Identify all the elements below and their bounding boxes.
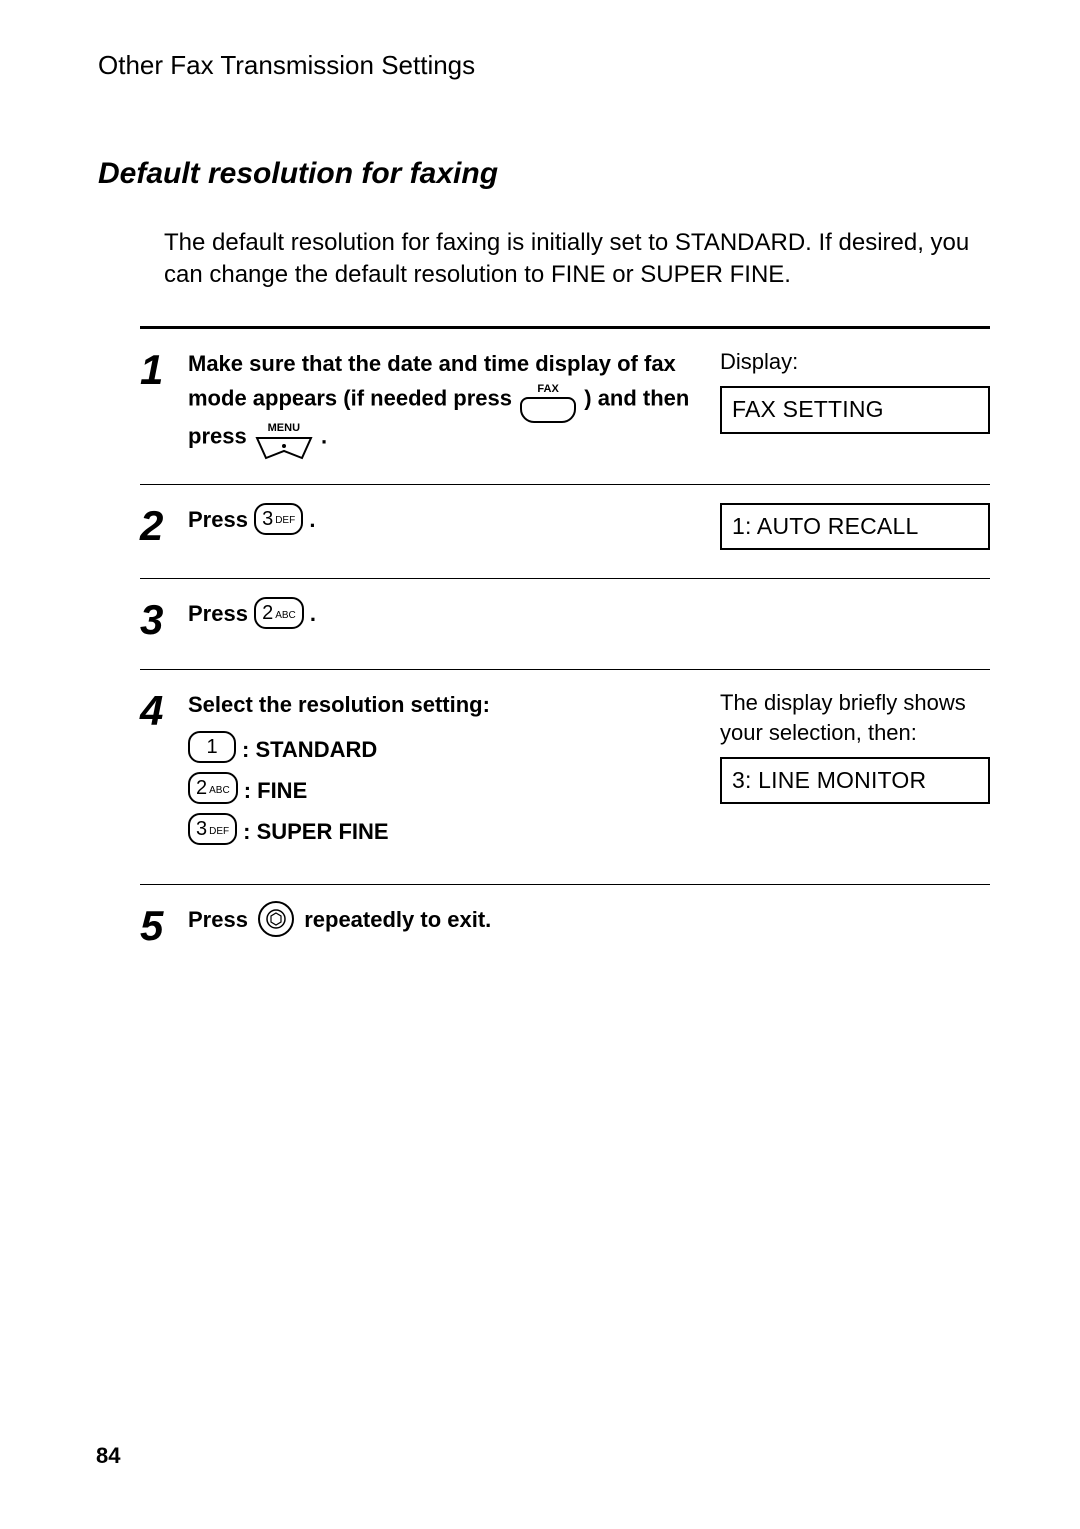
step-display: 1: AUTO RECALL <box>720 503 990 550</box>
key-sub: DEF <box>275 513 295 528</box>
step-instruction: Press repeatedly to exit. <box>188 903 720 947</box>
step3-text-b: . <box>310 601 316 626</box>
step-row: 5 Press repeatedly to exit. <box>140 885 990 975</box>
step-number: 4 <box>140 688 188 856</box>
step-row: 2 Press 3 DEF . 1: AUTO RECALL <box>140 485 990 579</box>
key-2-icon: 2 ABC <box>188 772 238 804</box>
step-row: 4 Select the resolution setting: 1 : STA… <box>140 670 990 885</box>
display-label: Display: <box>720 347 990 377</box>
step-instruction: Press 2 ABC . <box>188 597 720 641</box>
menu-key-icon: MENU <box>255 423 313 460</box>
section-title: Default resolution for faxing <box>98 157 990 191</box>
step4-heading: Select the resolution setting: <box>188 688 702 721</box>
option-line: 2 ABC : FINE <box>188 774 702 807</box>
menu-key-shape <box>255 436 313 460</box>
key-sub: ABC <box>275 608 296 623</box>
key-main: 1 <box>206 732 217 762</box>
fax-key-icon: FAX <box>520 384 576 423</box>
running-header: Other Fax Transmission Settings <box>98 50 990 81</box>
option-line: 3 DEF : SUPER FINE <box>188 815 702 848</box>
key-1-icon: 1 <box>188 731 236 763</box>
option-label: : FINE <box>244 774 308 807</box>
step-number: 3 <box>140 597 188 641</box>
step-display: Display: FAX SETTING <box>720 347 990 456</box>
page-number: 84 <box>96 1443 120 1469</box>
stop-key-icon <box>258 901 294 937</box>
step5-text-a: Press <box>188 907 248 932</box>
fax-key-label: FAX <box>537 384 558 395</box>
step-row: 3 Press 2 ABC . <box>140 579 990 670</box>
intro-paragraph: The default resolution for faxing is ini… <box>164 227 982 292</box>
step1-text-c: . <box>321 423 327 448</box>
key-sub: DEF <box>209 824 229 839</box>
step-display: The display briefly shows your selection… <box>720 688 990 856</box>
display-box: 3: LINE MONITOR <box>720 757 990 804</box>
key-3-icon: 3 DEF <box>188 813 237 845</box>
document-page: Other Fax Transmission Settings Default … <box>0 0 1080 1529</box>
key-sub: ABC <box>209 783 230 798</box>
key-3-icon: 3 DEF <box>254 503 303 535</box>
step2-text-a: Press <box>188 507 248 532</box>
step-number: 5 <box>140 903 188 947</box>
step-instruction: Make sure that the date and time display… <box>188 347 720 456</box>
menu-key-label: MENU <box>268 423 300 434</box>
step5-text-b: repeatedly to exit. <box>304 907 491 932</box>
step-row: 1 Make sure that the date and time displ… <box>140 329 990 485</box>
step-instruction: Select the resolution setting: 1 : STAND… <box>188 688 720 856</box>
key-2-icon: 2 ABC <box>254 597 304 629</box>
key-main: 2 <box>262 598 273 628</box>
fax-key-shape <box>520 397 576 423</box>
key-main: 3 <box>196 814 207 844</box>
step3-text-a: Press <box>188 601 248 626</box>
option-line: 1 : STANDARD <box>188 733 702 766</box>
option-label: : STANDARD <box>242 733 377 766</box>
steps-table: 1 Make sure that the date and time displ… <box>140 326 990 975</box>
option-label: : SUPER FINE <box>243 815 388 848</box>
display-box: FAX SETTING <box>720 386 990 433</box>
step-number: 1 <box>140 347 188 456</box>
key-main: 3 <box>262 504 273 534</box>
display-note: The display briefly shows your selection… <box>720 688 990 747</box>
step-instruction: Press 3 DEF . <box>188 503 720 550</box>
step2-text-b: . <box>309 507 315 532</box>
step-display <box>720 597 990 641</box>
display-box: 1: AUTO RECALL <box>720 503 990 550</box>
step-number: 2 <box>140 503 188 550</box>
step-display <box>720 903 990 947</box>
key-main: 2 <box>196 773 207 803</box>
